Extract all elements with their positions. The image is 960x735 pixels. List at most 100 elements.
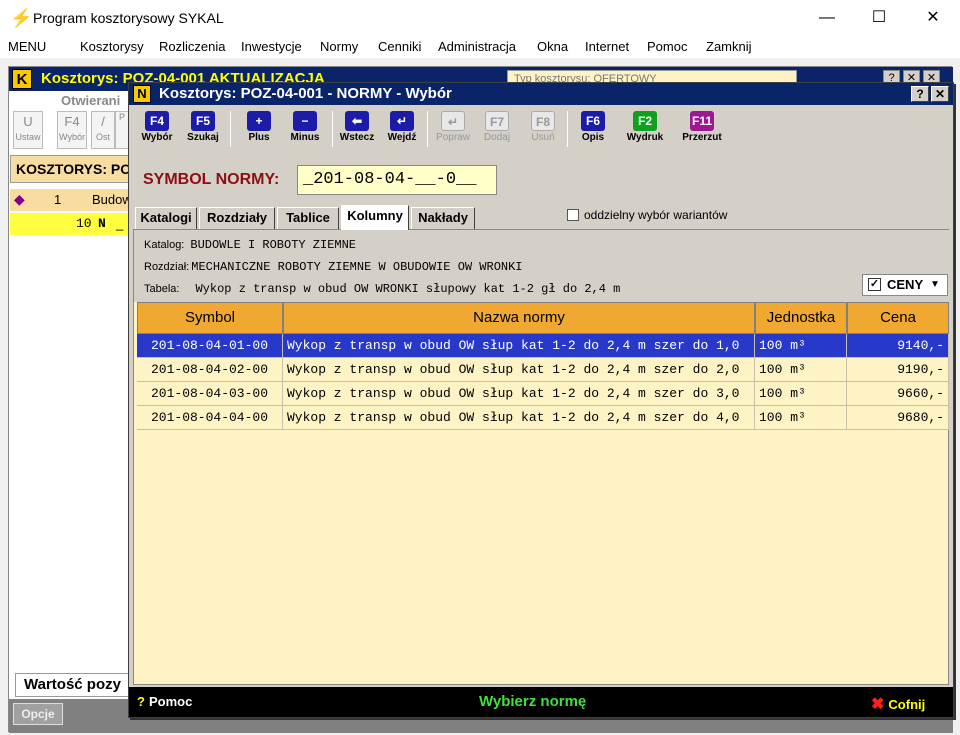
- col-symbol[interactable]: Symbol: [137, 302, 283, 334]
- toolbar-separator: [427, 111, 428, 147]
- help-icon: ?: [137, 694, 145, 709]
- button-label: Dodaj: [483, 132, 511, 143]
- dialog-title: Kosztorys: POZ-04-001 - NORMY - Wybór: [159, 85, 452, 102]
- delete-button[interactable]: F8 Usuń: [521, 109, 565, 149]
- cell-unit: 100 m³: [755, 334, 847, 358]
- menu-inwestycje[interactable]: Inwestycje: [241, 39, 302, 54]
- close-button[interactable]: ✕: [910, 4, 956, 32]
- dropdown-arrow-icon: ▼: [930, 279, 940, 290]
- cell-price: 9680,-: [847, 406, 949, 430]
- symbol-row: SYMBOL NORMY: _201-08-04-__-0__: [129, 153, 953, 205]
- row-flag: N: [98, 216, 106, 231]
- window-title: Program kosztorysowy SYKAL: [33, 10, 224, 26]
- button-label: Plus: [248, 132, 270, 143]
- col-unit[interactable]: Jednostka: [755, 302, 847, 334]
- search-button[interactable]: F5 Szukaj: [181, 109, 225, 149]
- catalog-value: BUDOWLE I ROBOTY ZIEMNE: [190, 238, 357, 252]
- select-button[interactable]: F4 Wybór: [135, 109, 179, 149]
- menu-bar: MENU Kosztorysy Rozliczenia Inwestycje N…: [0, 36, 960, 58]
- dialog-toolbar: F4 Wybór F5 Szukaj + Plus − Minus ⬅ Wstecz ↵ W…: [129, 107, 953, 151]
- menu-okna[interactable]: Okna: [537, 39, 568, 54]
- variants-label: oddzielny wybór wariantów: [584, 208, 728, 222]
- symbol-input[interactable]: _201-08-04-__-0__: [297, 165, 497, 195]
- col-price[interactable]: Cena: [847, 302, 949, 334]
- menu-internet[interactable]: Internet: [585, 39, 629, 54]
- cell-unit: 100 m³: [755, 358, 847, 382]
- table-line: Tabela: Wykop z transp w obud OW WRONKI s…: [144, 282, 620, 296]
- menu-kosztorysy[interactable]: Kosztorysy: [80, 39, 144, 54]
- menu-administracja[interactable]: Administracja: [438, 39, 516, 54]
- tab-katalogi[interactable]: Katalogi: [135, 207, 197, 229]
- cell-name: Wykop z transp w obud OW słup kat 1-2 do…: [283, 406, 755, 430]
- tab-kolumny[interactable]: Kolumny: [341, 205, 409, 230]
- sykal-logo-icon: ⚡: [10, 8, 33, 28]
- menu-cenniki[interactable]: Cenniki: [378, 39, 421, 54]
- cell-name: Wykop z transp w obud OW słup kat 1-2 do…: [283, 382, 755, 406]
- position-row[interactable]: 10 N _: [10, 213, 140, 235]
- menu-pomoc[interactable]: Pomoc: [647, 39, 687, 54]
- cell-price: 9190,-: [847, 358, 949, 382]
- table-label: Tabela:: [144, 283, 180, 295]
- menu-rozliczenia[interactable]: Rozliczenia: [159, 39, 225, 54]
- cell-symbol: 201-08-04-04-00: [137, 406, 283, 430]
- dialog-titlebar: N Kosztorys: POZ-04-001 - NORMY - Wybór …: [129, 83, 953, 105]
- button-label: Przerzut: [682, 132, 722, 143]
- edit-button[interactable]: ↵ Popraw: [431, 109, 475, 149]
- cell-symbol: 201-08-04-03-00: [137, 382, 283, 406]
- col-name[interactable]: Nazwa normy: [283, 302, 755, 334]
- symbol-label: SYMBOL NORMY:: [143, 171, 280, 188]
- variants-checkbox[interactable]: oddzielny wybór wariantów: [567, 208, 727, 222]
- f4-key-icon: F4: [145, 111, 169, 131]
- catalog-label: Katalog:: [144, 239, 185, 251]
- dialog-statusbar: ? Pomoc Wybierz normę ✖ Cofnij: [129, 687, 953, 717]
- status-message: Wybierz normę: [479, 693, 587, 710]
- description-button[interactable]: F6 Opis: [571, 109, 615, 149]
- f5-key-icon: F5: [191, 111, 215, 131]
- tool-ustaw[interactable]: U Ustaw: [13, 111, 43, 149]
- norms-icon: N: [133, 85, 151, 103]
- button-label: Szukaj: [187, 132, 219, 143]
- menu-main[interactable]: MENU: [8, 39, 46, 54]
- prices-toggle[interactable]: ✓ CENY ▼: [862, 274, 948, 296]
- plus-icon: +: [247, 111, 271, 131]
- button-label: Popraw: [436, 132, 470, 143]
- maximize-button[interactable]: ☐: [856, 4, 902, 32]
- tool-p[interactable]: P: [115, 111, 129, 149]
- norms-dialog: N Kosztorys: POZ-04-001 - NORMY - Wybór …: [128, 82, 954, 718]
- add-button[interactable]: F7 Dodaj: [475, 109, 519, 149]
- button-label: Wydruk: [626, 132, 664, 143]
- menu-zamknij[interactable]: Zamknij: [706, 39, 752, 54]
- enter-button[interactable]: ↵ Wejdź: [380, 109, 424, 149]
- kosztorys-icon: K: [12, 69, 32, 89]
- tool-label: P: [118, 112, 125, 122]
- f11-key-icon: F11: [689, 111, 714, 131]
- tool-wybor[interactable]: F4 Wybór: [57, 111, 87, 149]
- toolbar-separator: [567, 111, 568, 147]
- cancel-link[interactable]: ✖ Cofnij: [871, 694, 925, 714]
- tool-ost[interactable]: / Ost: [91, 111, 115, 149]
- tab-naklady[interactable]: Nakłady: [411, 207, 475, 229]
- minimize-button[interactable]: —: [804, 4, 850, 32]
- tool-key: U: [23, 114, 33, 129]
- button-label: Wybór: [141, 132, 173, 143]
- tool-label: Ustaw: [15, 132, 41, 142]
- menu-normy[interactable]: Normy: [320, 39, 358, 54]
- cell-symbol: 201-08-04-01-00: [137, 334, 283, 358]
- button-label: Opis: [581, 132, 605, 143]
- app-root: ⚡ Program kosztorysowy SYKAL — ☐ ✕ MENU …: [0, 0, 960, 735]
- transfer-button[interactable]: F11 Przerzut: [677, 109, 727, 149]
- plus-button[interactable]: + Plus: [237, 109, 281, 149]
- print-button[interactable]: F2 Wydruk: [623, 109, 667, 149]
- checkmark-icon: ✓: [868, 278, 881, 291]
- row-number: 1: [54, 192, 62, 207]
- dialog-close-button[interactable]: ✕: [931, 86, 949, 102]
- dialog-help-button[interactable]: ?: [911, 86, 929, 102]
- options-button[interactable]: Opcje: [13, 703, 63, 725]
- minus-button[interactable]: − Minus: [283, 109, 327, 149]
- row-text: _: [116, 216, 124, 231]
- help-link[interactable]: ? Pomoc: [137, 694, 192, 709]
- tree-row[interactable]: ◆ 1 Budow: [10, 189, 140, 211]
- tab-rozdzialy[interactable]: Rozdziały: [199, 207, 275, 229]
- back-button[interactable]: ⬅ Wstecz: [335, 109, 379, 149]
- tab-tablice[interactable]: Tablice: [277, 207, 339, 229]
